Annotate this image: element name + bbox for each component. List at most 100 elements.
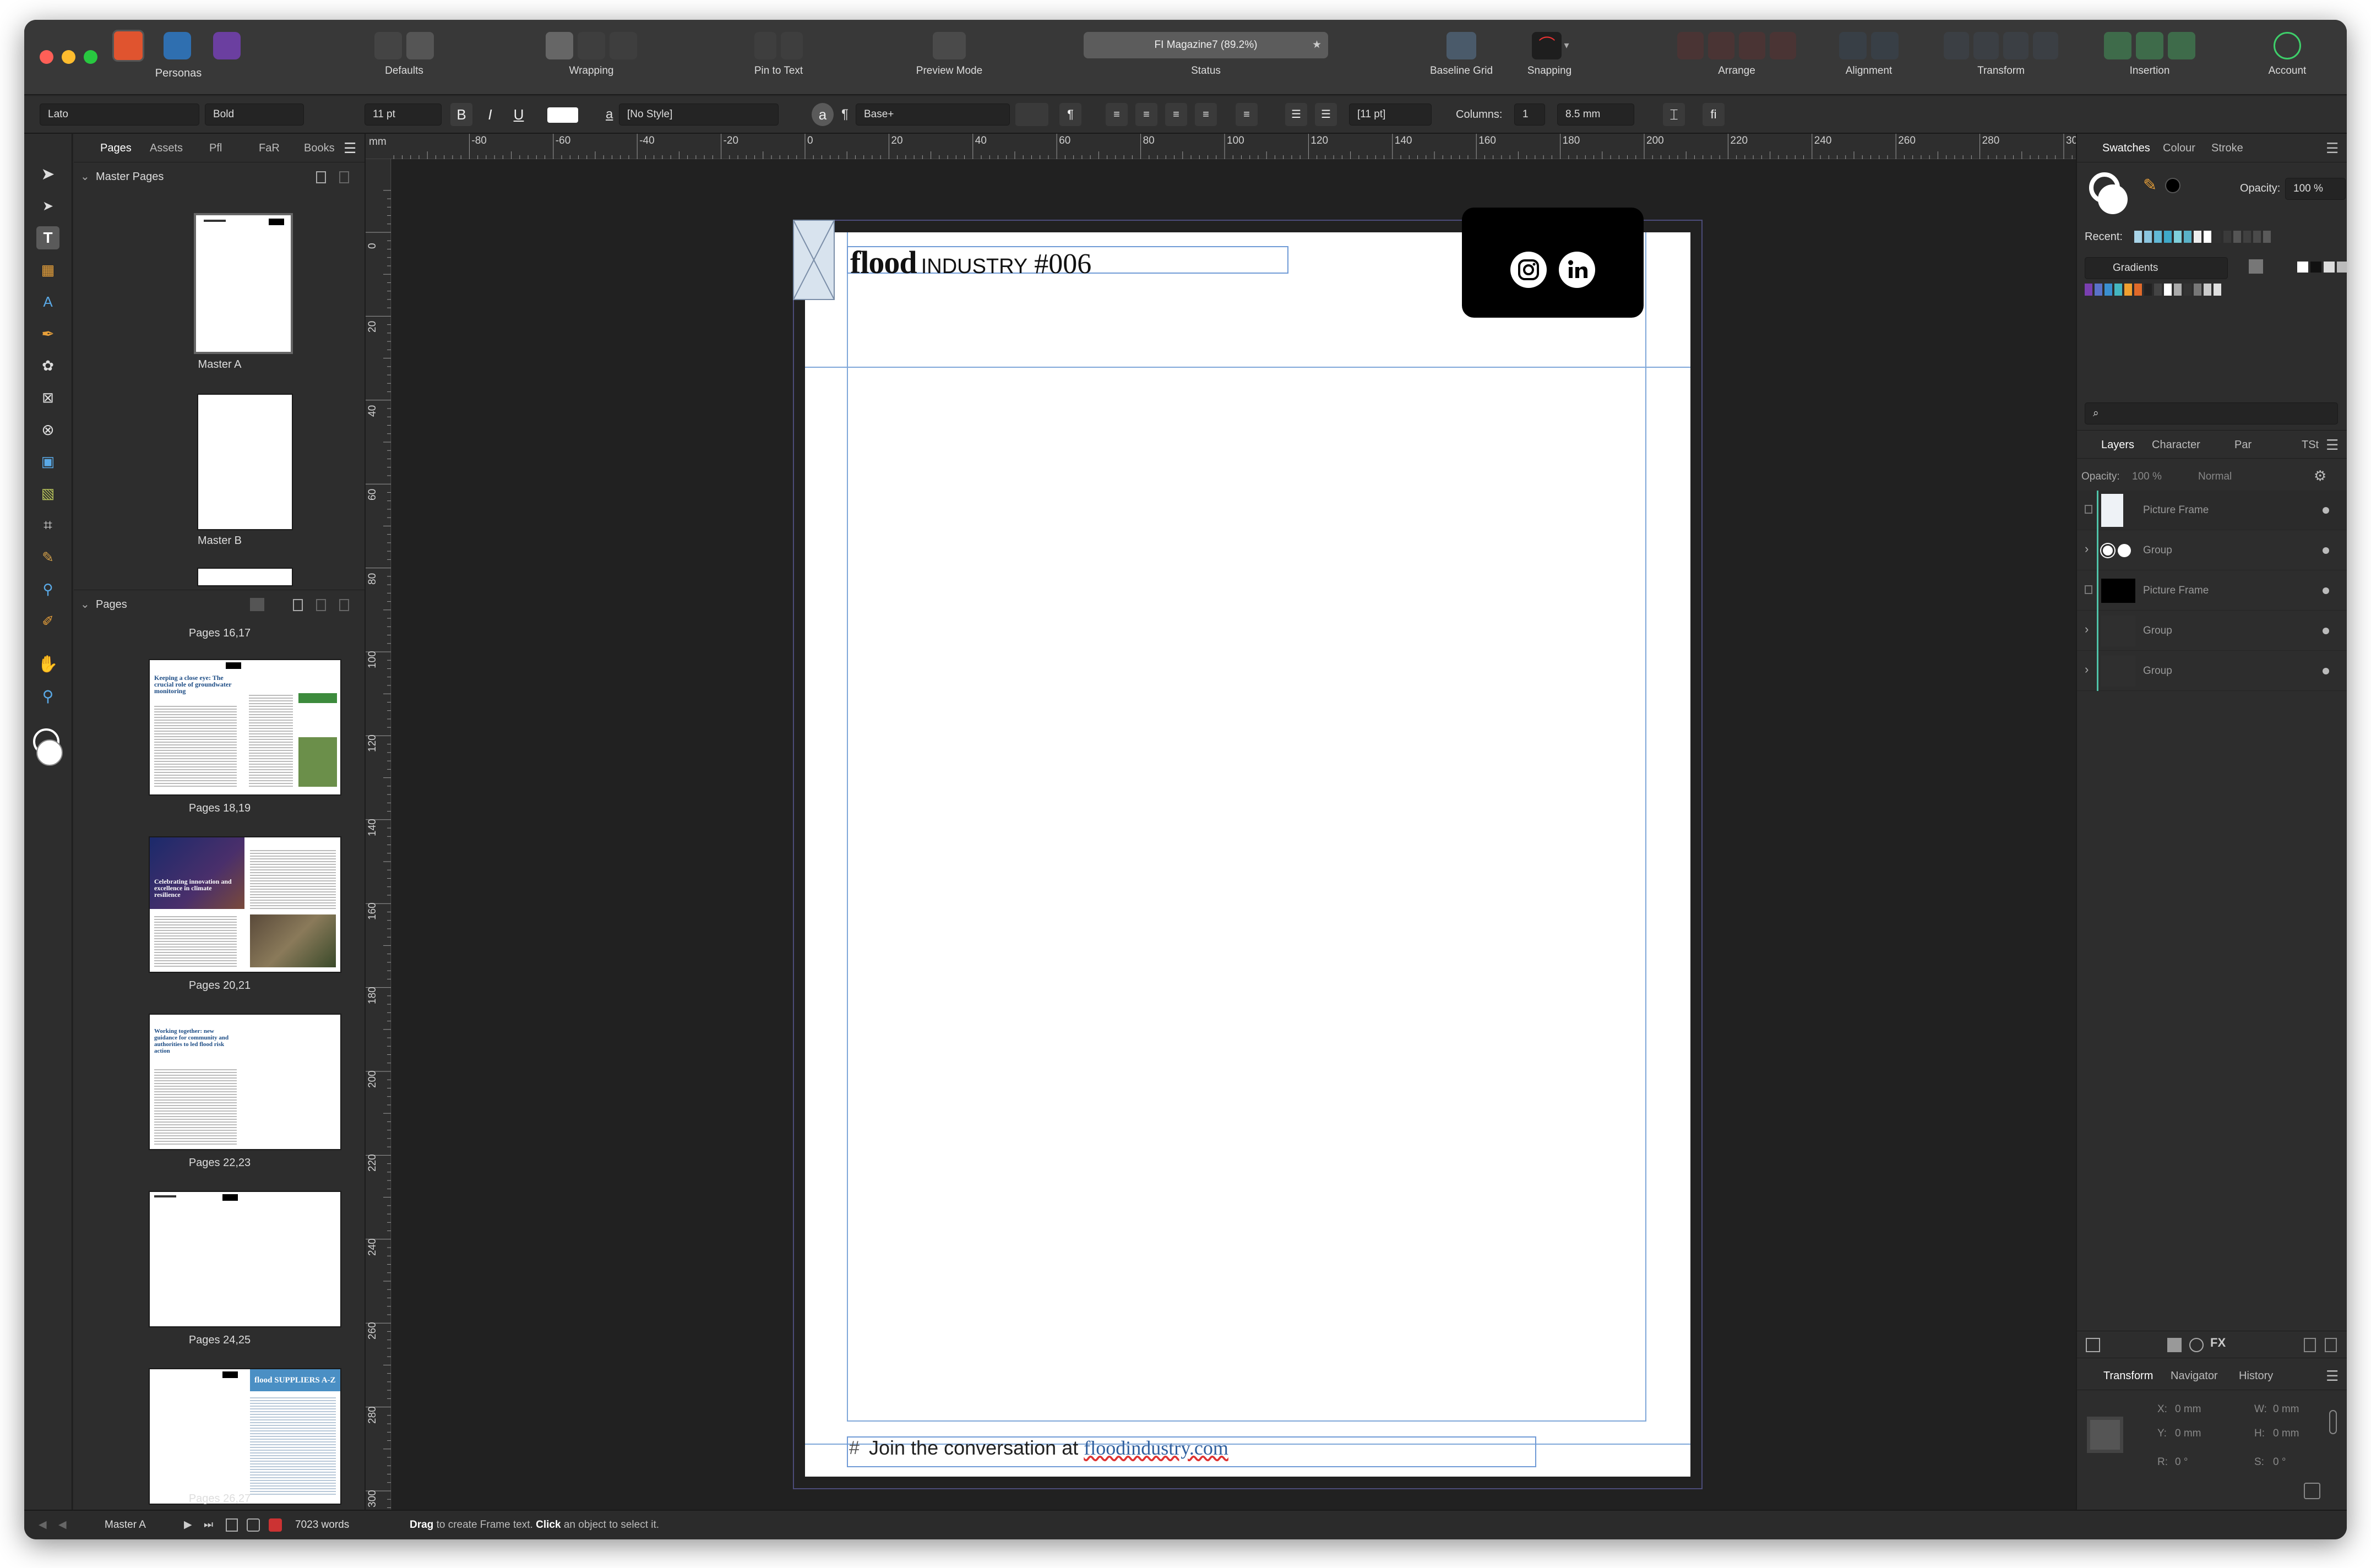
tab-assets[interactable]: Assets: [150, 134, 183, 162]
insert-behind-icon[interactable]: [2104, 32, 2131, 59]
baseline-grid-icon[interactable]: [1446, 32, 1476, 59]
layer-row[interactable]: › Group: [2077, 611, 2347, 651]
rotate-cw-icon[interactable]: [2033, 32, 2058, 59]
artistic-text-tool-icon[interactable]: A: [36, 290, 59, 313]
tab-stroke[interactable]: Stroke: [2211, 134, 2243, 162]
show-special-chars-button[interactable]: ¶: [1059, 103, 1081, 126]
preview-group[interactable]: Preview Mode: [889, 32, 1010, 77]
layer-stack-icon[interactable]: [2086, 1338, 2100, 1352]
black-swatch-icon[interactable]: [2165, 178, 2180, 193]
tab-character[interactable]: Character: [2152, 431, 2200, 459]
wrap-settings-icon[interactable]: [578, 32, 605, 59]
tab-paragraph[interactable]: Par: [2234, 431, 2252, 459]
mask-icon[interactable]: [2167, 1338, 2182, 1352]
picture-frame-tool-icon[interactable]: ▧: [36, 482, 59, 505]
page-options-icon[interactable]: [250, 598, 264, 611]
magnet-icon[interactable]: ⌒: [1532, 32, 1562, 59]
rotate-ccw-icon[interactable]: [2003, 32, 2029, 59]
pin-group[interactable]: Pin to Text: [718, 32, 839, 77]
color-swatch[interactable]: [2154, 231, 2162, 243]
color-swatch[interactable]: [2204, 284, 2211, 296]
lock-ratio-icon[interactable]: [2329, 1410, 2337, 1434]
align-center-button[interactable]: ≡: [1135, 103, 1157, 126]
color-picker-tool-icon[interactable]: ✐: [36, 609, 59, 633]
color-swatch[interactable]: [2324, 262, 2335, 273]
font-weight-select[interactable]: Bold: [205, 104, 304, 126]
color-swatch[interactable]: [2124, 284, 2132, 296]
style-options-button[interactable]: [1015, 103, 1048, 126]
minimize-window-button[interactable]: [62, 50, 75, 64]
last-page-icon[interactable]: ⏭: [204, 1511, 213, 1539]
color-swatch[interactable]: [2164, 284, 2172, 296]
delete-master-icon[interactable]: [339, 171, 349, 183]
insert-inside-icon[interactable]: [2168, 32, 2195, 59]
font-size-select[interactable]: 11 pt: [365, 104, 442, 126]
tab-swatches[interactable]: Swatches: [2102, 134, 2150, 162]
text-frame-button[interactable]: ⌶: [1663, 103, 1685, 126]
swatch-palette-select[interactable]: Gradients: [2085, 257, 2228, 279]
visibility-icon[interactable]: [2323, 587, 2329, 594]
color-swatch[interactable]: [2085, 284, 2092, 296]
tab-colour[interactable]: Colour: [2163, 134, 2195, 162]
visibility-icon[interactable]: [2323, 507, 2329, 514]
node-tool-icon[interactable]: ➤: [36, 194, 59, 217]
tab-layers[interactable]: Layers: [2101, 431, 2134, 459]
hand-tool-icon[interactable]: ✋: [36, 652, 59, 676]
color-swatch[interactable]: [2154, 284, 2162, 296]
chevron-down-icon[interactable]: ▾: [1564, 40, 1569, 51]
panel-menu-icon[interactable]: ☰: [2326, 134, 2339, 162]
x-field[interactable]: 0 mm: [2175, 1403, 2201, 1415]
bold-button[interactable]: B: [450, 103, 472, 126]
arrange-back-icon[interactable]: [1677, 32, 1704, 59]
photo-persona-icon[interactable]: [164, 32, 191, 59]
color-swatch[interactable]: [2337, 262, 2347, 273]
wrapping-group[interactable]: Wrapping: [509, 32, 674, 77]
defaults-icon[interactable]: [374, 32, 402, 59]
master-c-thumb[interactable]: [198, 569, 292, 585]
color-picker-icon[interactable]: ✎: [2143, 176, 2157, 195]
visibility-icon[interactable]: [2323, 628, 2329, 634]
ligature-button[interactable]: fi: [1703, 103, 1725, 126]
anchor-point-icon[interactable]: [2087, 1417, 2123, 1453]
ellipse-frame-tool-icon[interactable]: ⊗: [36, 418, 59, 441]
footer-link[interactable]: floodindustry.com: [1084, 1437, 1228, 1459]
color-swatch[interactable]: [2310, 262, 2321, 273]
tab-books[interactable]: Books: [304, 134, 335, 162]
align-center-icon[interactable]: [1871, 32, 1899, 59]
place-image-tool-icon[interactable]: ▣: [36, 450, 59, 473]
arrange-forward-icon[interactable]: [1739, 32, 1765, 59]
blend-mode-select[interactable]: Normal: [2198, 471, 2232, 483]
layer-row[interactable]: Picture Frame: [2077, 571, 2347, 611]
spread-24-25-thumb[interactable]: [150, 1192, 340, 1326]
fx-icon[interactable]: FX: [2210, 1336, 2226, 1350]
font-family-select[interactable]: Lato: [40, 104, 199, 126]
fill-tool-icon[interactable]: ⚲: [36, 578, 59, 601]
color-swatch[interactable]: [2164, 231, 2172, 243]
publisher-persona-icon[interactable]: [112, 30, 144, 62]
master-a-thumb[interactable]: [196, 215, 291, 352]
color-swatch[interactable]: [2095, 284, 2102, 296]
w-field[interactable]: 0 mm: [2273, 1403, 2299, 1415]
page-icon[interactable]: [226, 1518, 238, 1532]
paragraph-style-select[interactable]: Base+: [856, 104, 1010, 126]
add-page-icon[interactable]: [293, 599, 303, 611]
justify-button[interactable]: ≡: [1195, 103, 1217, 126]
layer-row[interactable]: › Group: [2077, 531, 2347, 570]
character-style-select[interactable]: [No Style]: [619, 104, 779, 126]
y-field[interactable]: 0 mm: [2175, 1428, 2201, 1440]
insertion-group[interactable]: Insertion: [2084, 32, 2216, 77]
color-swatch[interactable]: [2114, 284, 2122, 296]
duplicate-page-icon[interactable]: [316, 599, 326, 611]
panel-menu-icon[interactable]: ☰: [2326, 431, 2339, 459]
rectangle-frame-tool-icon[interactable]: ⊠: [36, 386, 59, 409]
flip-h-icon[interactable]: [1944, 32, 1969, 59]
wrap-ignore-icon[interactable]: [610, 32, 637, 59]
linkedin-icon[interactable]: [1558, 251, 1596, 289]
tab-text-styles[interactable]: TSt: [2302, 431, 2319, 459]
panel-menu-icon[interactable]: ☰: [2326, 1362, 2339, 1390]
account-group[interactable]: Account: [2249, 32, 2326, 77]
snapping-group[interactable]: ⌒ ▾ Snapping: [1505, 32, 1594, 77]
preview-mode-icon[interactable]: [933, 32, 966, 59]
r-field[interactable]: 0 °: [2175, 1456, 2188, 1468]
tab-far[interactable]: FaR: [259, 134, 280, 162]
